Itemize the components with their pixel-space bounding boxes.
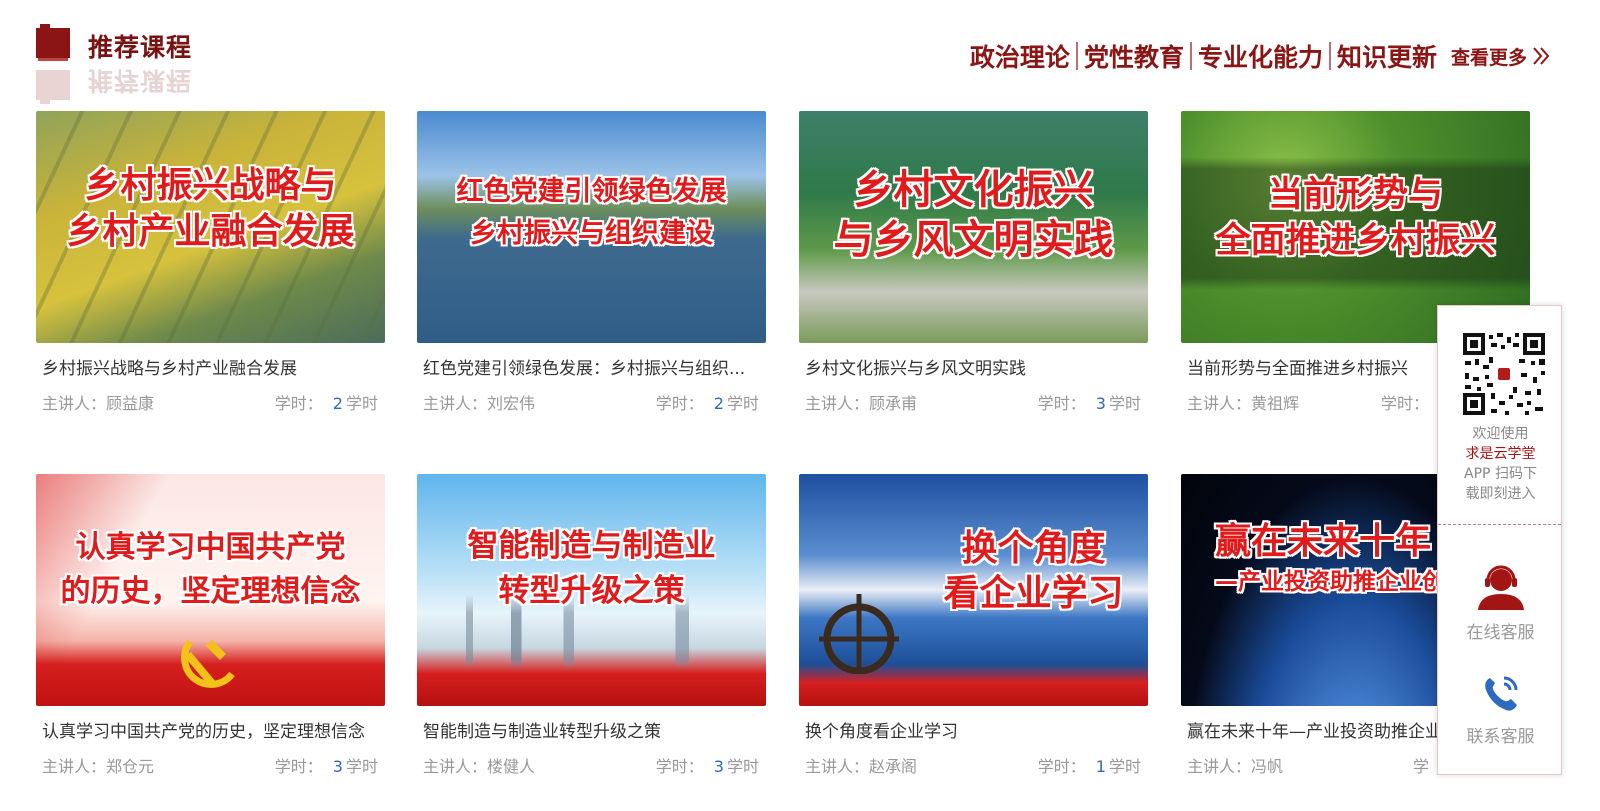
course-thumbnail[interactable]: 认真学习中国共产党 的历史，坚定理想信念 [36, 474, 385, 706]
course-title[interactable]: 智能制造与制造业转型升级之策 [423, 717, 759, 742]
nav-item-party-education[interactable]: 党性教育 [1084, 38, 1184, 74]
nav-item-professional[interactable]: 专业化能力 [1198, 38, 1323, 74]
course-hours: 学时： 3 学时 [1037, 394, 1141, 413]
course-hours: 学时： 3 学时 [655, 757, 759, 776]
app-qr-code[interactable] [1461, 331, 1547, 417]
course-thumbnail[interactable]: 乡村振兴战略与 乡村产业融合发展 [36, 111, 385, 343]
lecturer: 主讲人：黄祖辉 [1187, 394, 1300, 413]
section-title-reflection-text: 推荐课程 [88, 66, 193, 95]
lecturer: 主讲人：楼健人 [423, 757, 536, 776]
course-title[interactable]: 乡村文化振兴与乡风文明实践 [805, 354, 1141, 379]
banner-line: 转型升级之策 [498, 572, 685, 609]
banner-line: 乡村产业融合发展 [66, 211, 355, 253]
lecturer: 主讲人：冯帆 [1187, 757, 1284, 776]
lecturer: 主讲人：顾益康 [42, 394, 155, 413]
nav-divider [1189, 42, 1192, 70]
floating-service-panel: 欢迎使用 求是云学堂 APP 扫码下 载即刻进入 在线客服 联系客服 [1437, 305, 1562, 775]
banner-line: 换个角度 [961, 528, 1106, 569]
course-meta: 主讲人：顾承甫 学时： 3 学时 [805, 390, 1141, 414]
course-hours: 学 [1412, 757, 1429, 776]
course-meta: 主讲人：赵承阁 学时： 1 学时 [805, 753, 1141, 777]
course-thumbnail[interactable]: 红色党建引领绿色发展 乡村振兴与组织建设 [417, 111, 766, 343]
double-chevron-right-icon [1533, 47, 1550, 65]
view-more-label: 查看更多 [1450, 46, 1527, 69]
course-meta: 主讲人：郑仓元 学时： 3 学时 [42, 753, 378, 777]
course-title[interactable]: 红色党建引领绿色发展：乡村振兴与组织... [423, 354, 759, 379]
course-thumbnail[interactable]: 乡村文化振兴 与乡风文明实践 [799, 111, 1148, 343]
banner-line: 的历史，坚定理想信念 [60, 573, 361, 609]
contact-service-label: 联系客服 [1466, 727, 1535, 747]
party-emblem-icon [181, 639, 235, 688]
banner-line: 认真学习中国共产党 [75, 530, 346, 565]
course-hours: 学时： 2 学时 [655, 394, 759, 413]
lecturer: 主讲人：赵承阁 [805, 757, 918, 776]
course-thumbnail[interactable]: 换个角度 看企业学习 [799, 474, 1148, 706]
nav-item-knowledge-update[interactable]: 知识更新 [1337, 38, 1437, 74]
brand-name: 求是云学堂 [1465, 446, 1536, 462]
course-hours: 学时： 2 学时 [274, 394, 378, 413]
course-meta: 主讲人：顾益康 学时： 2 学时 [42, 390, 378, 414]
online-service-label: 在线客服 [1466, 623, 1535, 643]
phone-icon [1484, 676, 1517, 711]
banner-line: 乡村振兴战略与 [84, 165, 337, 206]
banner-line: 全面推进乡村振兴 [1215, 220, 1496, 261]
course-hours: 学时： [1380, 394, 1429, 413]
contact-service-button[interactable]: 联系客服 [1438, 672, 1563, 747]
category-nav: 政治理论 党性教育 专业化能力 知识更新 查看更多 [970, 38, 1550, 74]
course-meta: 主讲人：楼健人 学时： 3 学时 [423, 753, 759, 777]
lecturer: 主讲人：顾承甫 [805, 394, 918, 413]
course-title[interactable]: 换个角度看企业学习 [805, 717, 1141, 742]
book-icon [36, 24, 70, 61]
view-more-link[interactable]: 查看更多 [1451, 43, 1550, 70]
section-title-text: 推荐课程 [88, 33, 193, 62]
ship-wheel-icon [819, 594, 899, 674]
course-title[interactable]: 认真学习中国共产党的历史，坚定理想信念 [42, 717, 378, 742]
lecturer: 主讲人：郑仓元 [42, 757, 155, 776]
banner-line: 与乡风文明实践 [833, 217, 1114, 263]
panel-divider [1438, 524, 1561, 525]
app-download-text: 欢迎使用 求是云学堂 APP 扫码下 载即刻进入 [1448, 424, 1553, 504]
course-hours: 学时： 1 学时 [1037, 757, 1141, 776]
section-header: 推荐课程 推荐课程 政治理论 党性教育 专业化能力 知识更新 查看更多 [36, 22, 1566, 112]
nav-divider [1075, 42, 1078, 70]
banner-line: 当前形势与 [1267, 175, 1443, 215]
banner-line: 乡村振兴与组织建设 [470, 217, 713, 249]
lecturer: 主讲人：刘宏伟 [423, 394, 536, 413]
book-icon [36, 70, 70, 104]
nav-item-politics[interactable]: 政治理论 [970, 38, 1070, 74]
course-hours: 学时： 3 学时 [274, 757, 378, 776]
course-thumbnail[interactable]: 智能制造与制造业 转型升级之策 [417, 474, 766, 706]
banner-line: 看企业学习 [943, 573, 1124, 614]
banner-line: 乡村文化振兴 [853, 167, 1094, 213]
course-meta: 主讲人：刘宏伟 学时： 2 学时 [423, 390, 759, 414]
course-title[interactable]: 乡村振兴战略与乡村产业融合发展 [42, 354, 378, 379]
banner-line: 红色党建引领绿色发展 [456, 176, 727, 207]
customer-service-icon [1477, 565, 1524, 610]
banner-line: 智能制造与制造业 [467, 528, 716, 564]
online-service-button[interactable]: 在线客服 [1438, 564, 1563, 643]
nav-divider [1328, 42, 1331, 70]
